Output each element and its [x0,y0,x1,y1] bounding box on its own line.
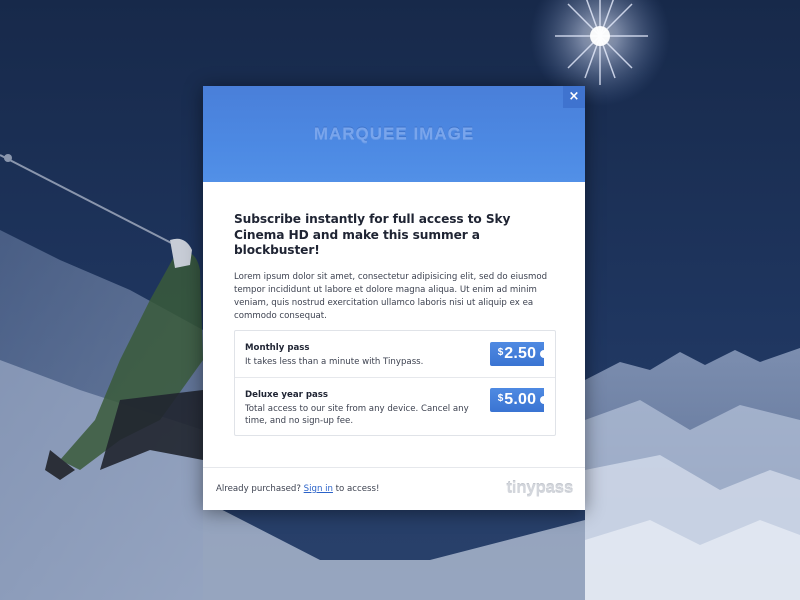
plan-description: It takes less than a minute with Tinypas… [245,357,424,367]
modal-description: Lorem ipsum dolor sit amet, consectetur … [234,271,548,322]
price-amount: 5.00 [504,391,537,408]
marquee-title: MARQUEE IMAGE [313,124,475,143]
currency-symbol: $ [497,393,504,404]
close-button[interactable]: × [563,86,585,108]
plan-description: Total access to our site from any device… [245,404,469,426]
buy-monthly-button[interactable]: $ 2.50 [490,342,545,366]
buy-deluxe-button[interactable]: $ 5.00 [490,388,545,412]
plan-item-monthly[interactable]: Monthly pass It takes less than a minute… [235,331,555,378]
currency-symbol: $ [497,347,504,358]
price-amount: 2.50 [504,345,537,362]
marquee-banner: MARQUEE IMAGE [203,86,585,182]
signin-prompt-suffix: to access! [332,484,380,494]
subscription-modal: MARQUEE IMAGE × Subscribe instantly for … [203,86,585,510]
modal-headline: Subscribe instantly for full access to S… [234,212,511,257]
signin-prompt-prefix: Already purchased? [216,484,304,494]
plan-list: Monthly pass It takes less than a minute… [234,330,556,436]
plan-name: Monthly pass [245,343,310,353]
signin-prompt: Already purchased? Sign in to access! [216,484,379,494]
plan-name: Deluxe year pass [245,390,329,400]
signin-link[interactable]: Sign in [304,484,333,494]
tinypass-logo: tinypass [506,478,573,497]
plan-item-deluxe[interactable]: Deluxe year pass Total access to our sit… [235,378,555,435]
modal-footer: Already purchased? Sign in to access! ti… [203,467,585,510]
modal-content: Subscribe instantly for full access to S… [234,212,556,323]
close-icon: × [568,89,580,104]
